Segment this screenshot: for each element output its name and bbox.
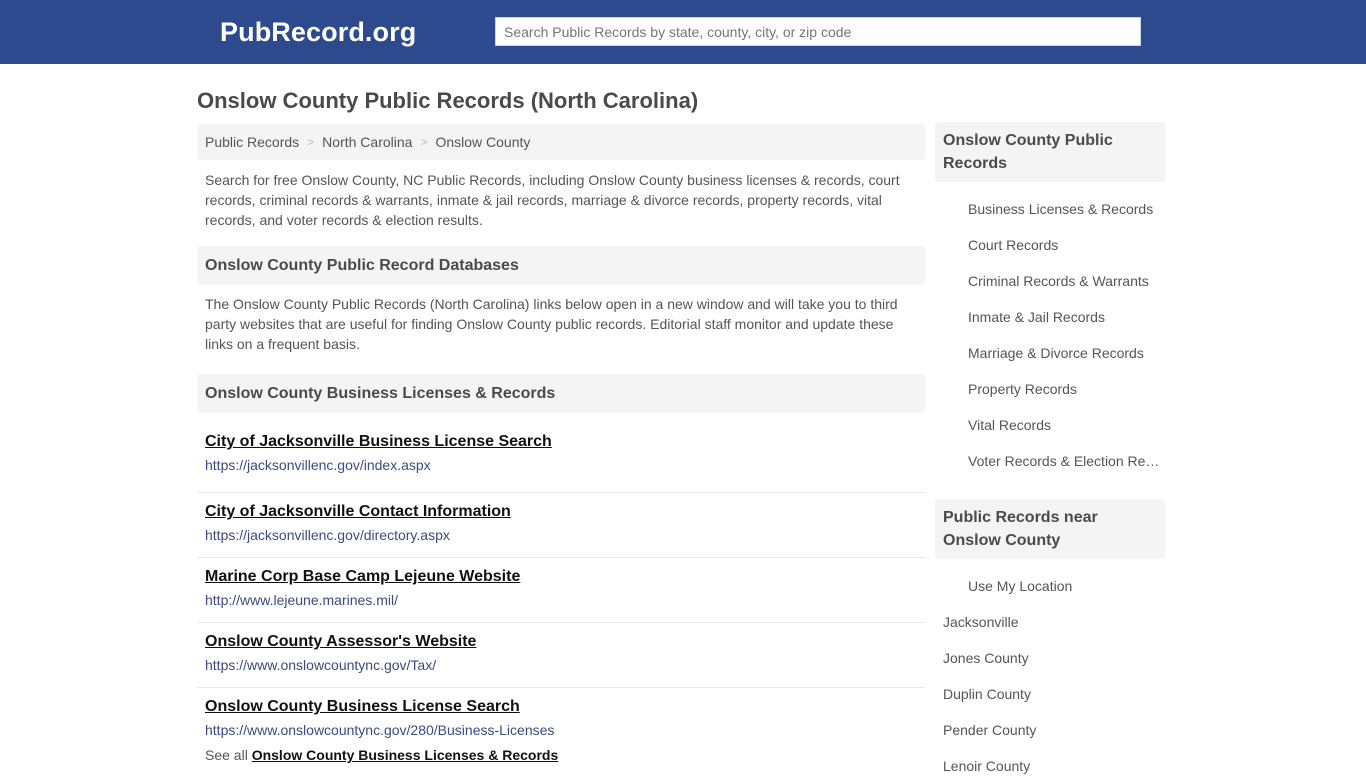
sidebar-item-criminal-records[interactable]: Criminal Records & Warrants [935,263,1165,299]
sidebar-near-item[interactable]: Duplin County [935,676,1165,712]
use-my-location[interactable]: Use My Location [935,568,1165,604]
see-all-link[interactable]: Onslow County Business Licenses & Record… [252,747,559,763]
sidebar-item-inmate-records[interactable]: Inmate & Jail Records [935,299,1165,335]
page-title: Onslow County Public Records (North Caro… [197,88,699,113]
site-logo[interactable]: PubRecord.org [220,17,416,48]
list-item: City of Jacksonville Business License Se… [197,428,925,493]
breadcrumb-item-public-records[interactable]: Public Records [205,134,299,150]
sidebar-near-item[interactable]: Lenoir County [935,748,1165,784]
search-input[interactable] [495,17,1141,46]
main-content: Public Records > North Carolina > Onslow… [197,124,925,763]
breadcrumb-separator: > [307,135,315,149]
sidebar-item-marriage-records[interactable]: Marriage & Divorce Records [935,335,1165,371]
link-url[interactable]: https://jacksonvillenc.gov/index.aspx [205,456,917,474]
sidebar-near-list: Use My Location Jacksonville Jones Count… [935,559,1165,784]
link-title[interactable]: Onslow County Assessor's Website [205,631,917,653]
intro-text: Search for free Onslow County, NC Public… [205,172,900,228]
business-links-list: City of Jacksonville Business License Se… [197,428,925,753]
breadcrumb-item-onslow-county[interactable]: Onslow County [435,134,530,150]
near-item-label[interactable]: Jacksonville [935,604,1165,640]
near-item-label[interactable]: Jones County [935,640,1165,676]
sidebar-item-court-records[interactable]: Court Records [935,227,1165,263]
list-item: Onslow County Assessor's Website https:/… [197,623,925,688]
databases-description: The Onslow County Public Records (North … [205,296,898,352]
list-item: Onslow County Business License Search ht… [197,688,925,753]
link-url[interactable]: https://jacksonvillenc.gov/directory.asp… [205,526,917,544]
sidebar-item-label[interactable]: Voter Records & Election Results [935,443,1165,479]
breadcrumb-item-north-carolina[interactable]: North Carolina [322,134,412,150]
sidebar-near-heading: Public Records near Onslow County [935,499,1165,559]
sidebar-item-label[interactable]: Business Licenses & Records [935,191,1165,227]
list-item: City of Jacksonville Contact Information… [197,493,925,558]
sidebar-item-voter-records[interactable]: Voter Records & Election Results [935,443,1165,479]
sidebar-near-item[interactable]: Jacksonville [935,604,1165,640]
sidebar: Onslow County Public Records Business Li… [935,122,1165,784]
sidebar-near-item[interactable]: Jones County [935,640,1165,676]
use-my-location-label[interactable]: Use My Location [935,568,1165,604]
see-all-row: See all Onslow County Business Licenses … [197,747,925,763]
near-item-label[interactable]: Lenoir County [935,748,1165,784]
sidebar-item-label[interactable]: Vital Records [935,407,1165,443]
top-navbar: PubRecord.org [0,0,1366,64]
databases-heading: Onslow County Public Record Databases [197,246,925,285]
link-title[interactable]: City of Jacksonville Contact Information [205,501,917,523]
link-url[interactable]: https://www.onslowcountync.gov/Tax/ [205,656,917,674]
sidebar-item-property-records[interactable]: Property Records [935,371,1165,407]
link-title[interactable]: Marine Corp Base Camp Lejeune Website [205,566,917,588]
link-url[interactable]: http://www.lejeune.marines.mil/ [205,591,917,609]
sidebar-records-heading: Onslow County Public Records [935,122,1165,182]
sidebar-item-label[interactable]: Property Records [935,371,1165,407]
sidebar-item-label[interactable]: Criminal Records & Warrants [935,263,1165,299]
link-url[interactable]: https://www.onslowcountync.gov/280/Busin… [205,721,917,739]
near-item-label[interactable]: Duplin County [935,676,1165,712]
sidebar-near-item[interactable]: Pender County [935,712,1165,748]
link-title[interactable]: City of Jacksonville Business License Se… [205,431,917,453]
sidebar-item-label[interactable]: Marriage & Divorce Records [935,335,1165,371]
see-all-prefix: See all [205,747,248,763]
sidebar-item-business-licenses[interactable]: Business Licenses & Records [935,191,1165,227]
link-title[interactable]: Onslow County Business License Search [205,696,917,718]
sidebar-item-label[interactable]: Inmate & Jail Records [935,299,1165,335]
near-item-label[interactable]: Pender County [935,712,1165,748]
business-heading: Onslow County Business Licenses & Record… [197,374,925,413]
breadcrumb-separator: > [420,135,428,149]
sidebar-records-list: Business Licenses & Records Court Record… [935,182,1165,479]
list-item: Marine Corp Base Camp Lejeune Website ht… [197,558,925,623]
sidebar-item-vital-records[interactable]: Vital Records [935,407,1165,443]
sidebar-item-label[interactable]: Court Records [935,227,1165,263]
breadcrumb: Public Records > North Carolina > Onslow… [197,124,925,160]
